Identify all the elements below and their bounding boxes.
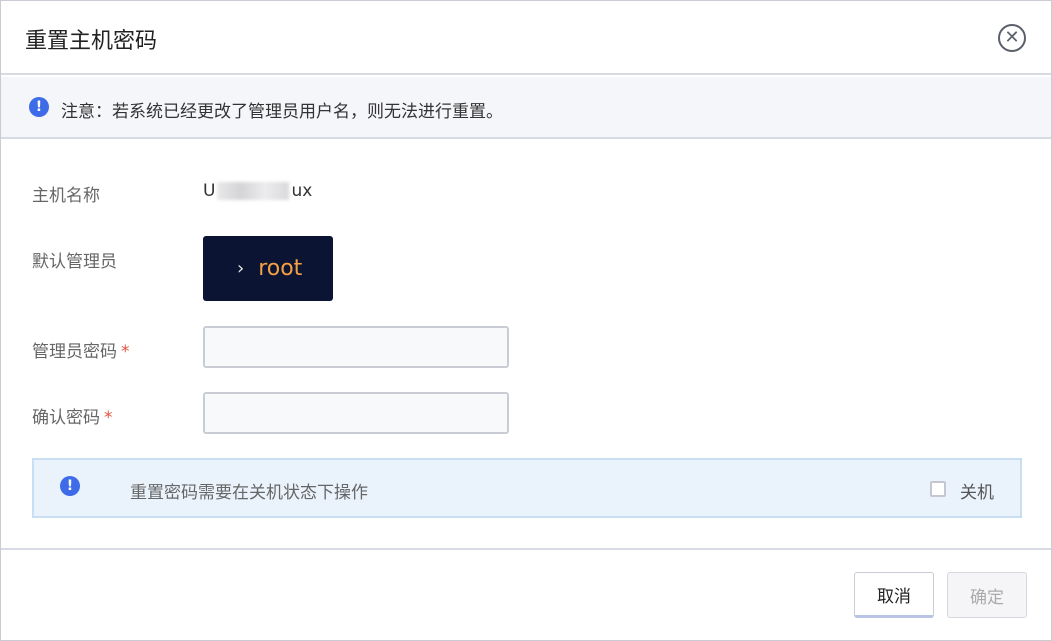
dialog-header: 重置主机密码 ✕	[1, 1, 1051, 75]
hostname-label: 主机名称	[32, 186, 100, 206]
notice-banner: ! 注意：若系统已经更改了管理员用户名，则无法进行重置。	[1, 77, 1051, 139]
notice-text: 注意：若系统已经更改了管理员用户名，则无法进行重置。	[61, 102, 503, 122]
admin-password-input[interactable]	[203, 326, 509, 368]
reset-password-dialog: 重置主机密码 ✕ ! 注意：若系统已经更改了管理员用户名，则无法进行重置。 主机…	[0, 0, 1052, 641]
password-label: 管理员密码 *	[32, 337, 130, 362]
hostname-suffix: ux	[291, 181, 313, 201]
info-icon: !	[29, 97, 49, 117]
confirm-password-input[interactable]	[203, 392, 509, 434]
redacted-blur	[217, 182, 290, 200]
close-icon[interactable]: ✕	[998, 24, 1026, 52]
password-label-text: 管理员密码	[32, 342, 117, 362]
shutdown-checkbox[interactable]	[930, 481, 946, 497]
footer-divider	[1, 548, 1051, 550]
shutdown-checkbox-label[interactable]: 关机	[960, 478, 994, 503]
admin-username: root	[258, 256, 303, 281]
default-admin-label: 默认管理员	[32, 252, 117, 272]
warning-text: 重置密码需要在关机状态下操作	[130, 483, 368, 503]
terminal-prompt-icon: ›	[237, 258, 245, 279]
confirm-button[interactable]: 确定	[947, 572, 1027, 618]
shutdown-warning-banner: ! 重置密码需要在关机状态下操作 关机	[32, 458, 1022, 518]
info-icon: !	[60, 476, 80, 496]
required-mark: *	[121, 342, 130, 362]
hostname-value: Uux	[203, 181, 312, 201]
confirm-label-text: 确认密码	[32, 408, 100, 428]
required-mark: *	[104, 408, 113, 428]
hostname-prefix: U	[203, 181, 216, 201]
confirm-password-label: 确认密码 *	[32, 403, 113, 428]
cancel-button[interactable]: 取消	[854, 572, 934, 618]
dialog-title: 重置主机密码	[25, 29, 158, 54]
admin-terminal-badge: › root	[203, 236, 333, 301]
